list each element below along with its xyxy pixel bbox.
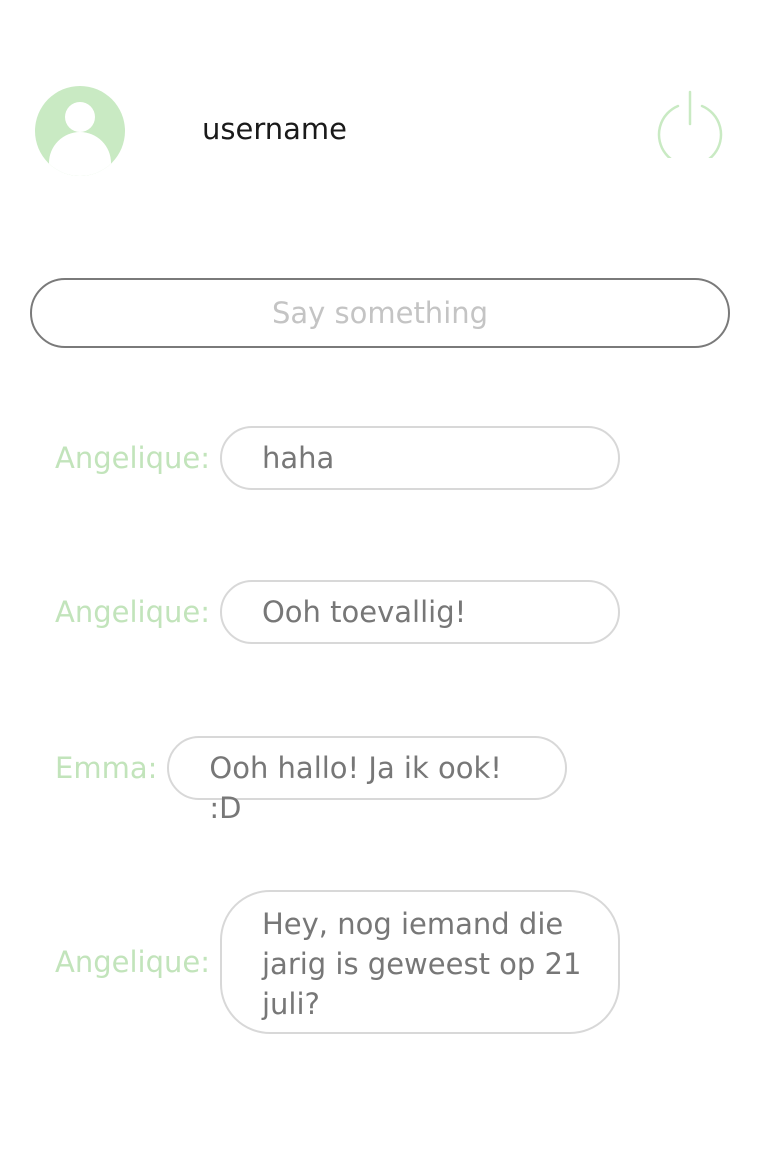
message-bubble: Ooh toevallig! xyxy=(219,580,620,644)
logout-button[interactable] xyxy=(656,90,724,167)
message-sender: Angelique: xyxy=(55,945,210,979)
username-label: username xyxy=(202,112,347,146)
power-icon xyxy=(657,90,723,167)
message-item: Emma: Ooh hallo! Ja ik ook! :D xyxy=(55,736,568,825)
avatar-body-shape xyxy=(49,132,111,176)
avatar-head-shape xyxy=(65,102,95,132)
message-bubble: Hey, nog iemand die jarig is geweest op … xyxy=(219,890,620,1034)
message-sender: Emma: xyxy=(55,751,158,785)
message-item: Angelique: Hey, nog iemand die jarig is … xyxy=(55,890,620,1034)
message-item: Angelique: haha xyxy=(55,426,620,490)
chat-screen: username Angelique: haha Angelique: Ooh … xyxy=(0,0,778,1162)
message-sender: Angelique: xyxy=(55,441,210,475)
message-sender: Angelique: xyxy=(55,595,210,629)
message-bubble: Ooh hallo! Ja ik ook! :D xyxy=(167,736,568,825)
avatar xyxy=(35,86,125,176)
message-bubble: haha xyxy=(219,426,620,490)
message-item: Angelique: Ooh toevallig! xyxy=(55,580,620,644)
message-input[interactable] xyxy=(30,278,730,348)
